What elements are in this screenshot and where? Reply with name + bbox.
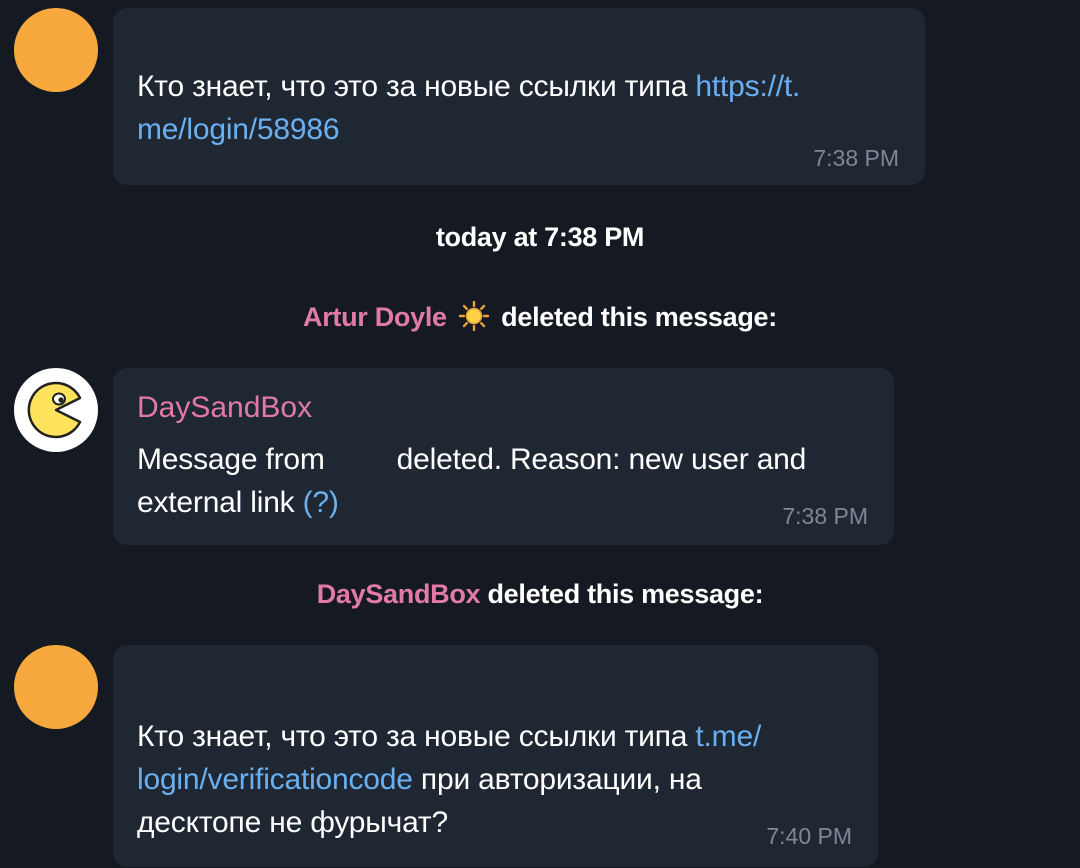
message-bubble[interactable]: Кто знает, что это за новые ссылки типа … bbox=[113, 8, 925, 185]
actor-name[interactable]: Artur Doyle bbox=[303, 302, 447, 332]
message-text: Кто знает, что это за новые ссылки типа … bbox=[137, 70, 801, 146]
message-bubble[interactable]: Кто знает, что это за новые ссылки типа … bbox=[113, 645, 878, 867]
message-time: 7:40 PM bbox=[766, 823, 852, 849]
message-text: Кто знает, что это за новые ссылки типа … bbox=[137, 720, 762, 839]
pacman-icon bbox=[27, 381, 82, 439]
bot-avatar[interactable] bbox=[14, 368, 98, 452]
message-time: 7:38 PM bbox=[782, 503, 868, 529]
actor-name[interactable]: DaySandBox bbox=[317, 579, 481, 609]
user-avatar[interactable] bbox=[14, 645, 98, 729]
sun-icon bbox=[458, 300, 490, 332]
sender-name[interactable]: DaySandBox bbox=[137, 390, 312, 426]
deleted-notice: Artur Doyle deleted this message: bbox=[303, 300, 777, 332]
message-time: 7:38 PM bbox=[813, 145, 899, 171]
message-text: Message from deleted. Reason: new user an… bbox=[137, 443, 807, 519]
message-bubble[interactable]: DaySandBox Message from deleted. Reason: … bbox=[113, 368, 894, 545]
deleted-notice: DaySandBox deleted this message: bbox=[316, 579, 764, 609]
chat-history: Кто знает, что это за новые ссылки типа … bbox=[0, 0, 1080, 868]
date-separator: today at 7:38 PM bbox=[435, 222, 645, 252]
help-link[interactable]: (?) bbox=[303, 486, 339, 519]
user-avatar[interactable] bbox=[14, 8, 98, 92]
